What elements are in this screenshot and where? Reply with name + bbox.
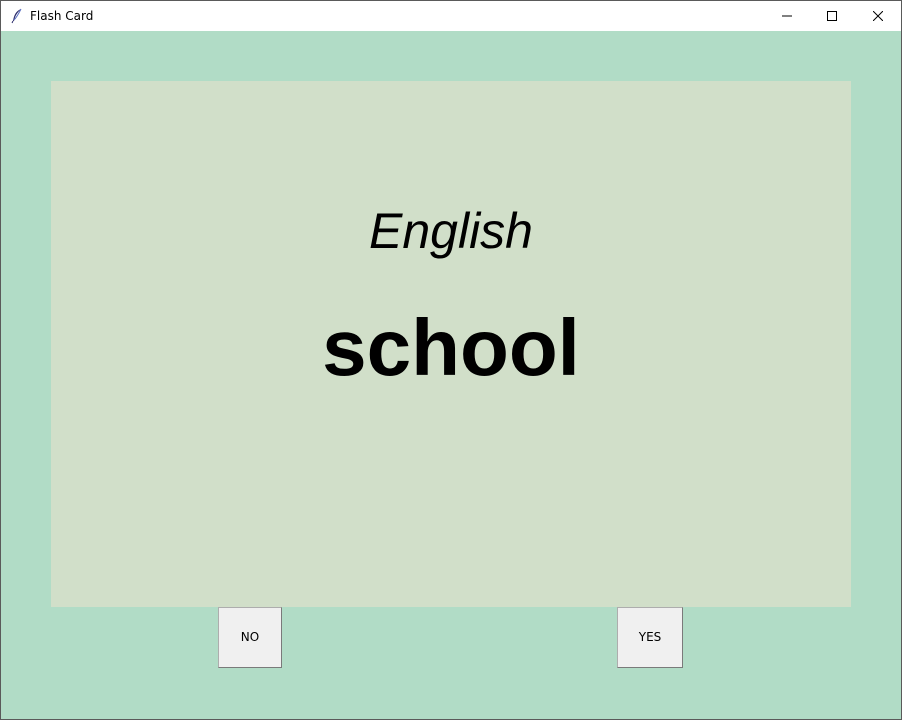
flash-card: English school	[51, 81, 851, 607]
card-language: English	[369, 203, 533, 259]
maximize-icon	[827, 11, 837, 21]
app-window: Flash Card English school NO YES	[0, 0, 902, 720]
title-bar[interactable]: Flash Card	[1, 1, 901, 31]
window-title: Flash Card	[30, 9, 94, 23]
client-area: English school NO YES	[1, 31, 901, 719]
feather-icon	[10, 8, 24, 24]
yes-button[interactable]: YES	[617, 607, 683, 668]
maximize-button[interactable]	[809, 1, 855, 31]
close-icon	[873, 11, 883, 21]
card-word: school	[322, 303, 580, 392]
no-button[interactable]: NO	[218, 607, 282, 668]
close-button[interactable]	[855, 1, 901, 31]
minimize-icon	[782, 15, 792, 17]
minimize-button[interactable]	[764, 1, 810, 31]
